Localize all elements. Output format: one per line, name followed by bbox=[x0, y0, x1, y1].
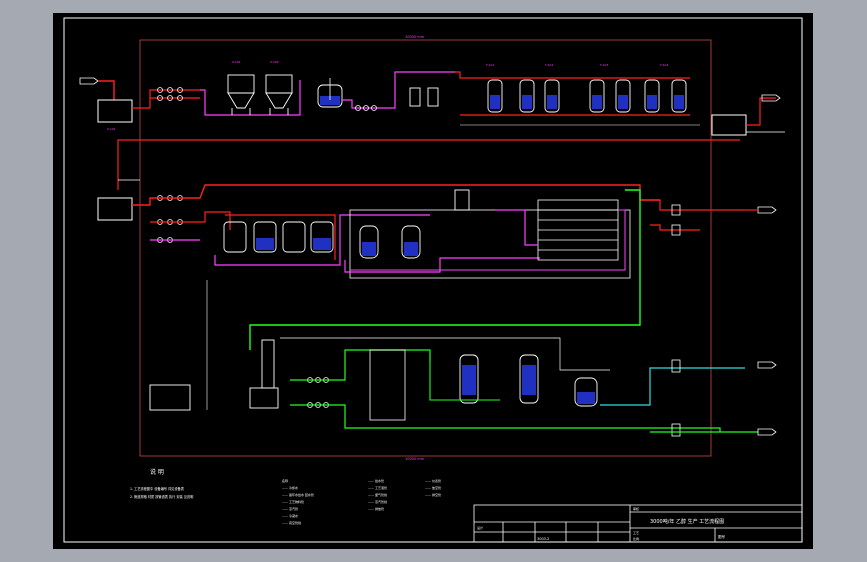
title-block-project: 3000吨/年 乙醇 生产 工艺流程图 bbox=[650, 518, 724, 525]
svg-text:T-102: T-102 bbox=[544, 63, 553, 67]
svg-text:—— 给水管: —— 给水管 bbox=[368, 478, 384, 483]
drawing-sheet bbox=[53, 13, 813, 549]
title-block-row-2: 审核 bbox=[633, 506, 639, 511]
note-1: 1. 工艺流程图中 设备编号 详见设备表 bbox=[130, 486, 185, 491]
title-block-drawing-no: 3003-2 bbox=[537, 537, 549, 541]
svg-text:—— 仪表管: —— 仪表管 bbox=[425, 478, 441, 483]
hopper-tag-2: X-102 bbox=[270, 60, 279, 64]
svg-text:—— 循环水给水 回水管: —— 循环水给水 回水管 bbox=[282, 492, 314, 497]
svg-text:—— 冷却水: —— 冷却水 bbox=[282, 485, 298, 490]
svg-text:—— 排空管: —— 排空管 bbox=[425, 492, 441, 497]
cad-process-flow-diagram: 10000 mm 10000 mm V-101 X-101 X-102 T-10… bbox=[53, 13, 813, 549]
title-block-row-4: 比例 bbox=[633, 536, 639, 541]
title-block-row-3: 工艺 bbox=[633, 530, 639, 535]
svg-text:—— 蒸汽管线: —— 蒸汽管线 bbox=[368, 499, 387, 504]
svg-text:—— 工艺物料管: —— 工艺物料管 bbox=[282, 499, 304, 504]
svg-text:—— 工艺液管: —— 工艺液管 bbox=[368, 485, 387, 490]
svg-text:—— 废气管线: —— 废气管线 bbox=[368, 492, 387, 497]
svg-text:—— 冷凝水: —— 冷凝水 bbox=[282, 513, 298, 518]
feed-tank-1-tag: V-101 bbox=[107, 127, 116, 131]
svg-text:—— 放空管: —— 放空管 bbox=[425, 485, 441, 490]
svg-text:—— 蒸汽管: —— 蒸汽管 bbox=[282, 506, 298, 511]
hopper-tag-1: X-101 bbox=[232, 60, 241, 64]
area-bottom-label: 10000 mm bbox=[405, 457, 425, 461]
legend-c: —— 仪表管 —— 放空管 —— 排空管 bbox=[425, 478, 441, 497]
notes-title: 说 明 bbox=[150, 468, 164, 476]
note-2: 2. 管道规格 材质 按管道表 执行 安装 见说明 bbox=[130, 494, 193, 499]
svg-text:T-103: T-103 bbox=[599, 63, 608, 67]
title-block-row-1: 设计 bbox=[477, 525, 483, 530]
svg-text:T-104: T-104 bbox=[659, 63, 668, 67]
title-block-row-5: 图号 bbox=[718, 534, 726, 539]
svg-text:T-101: T-101 bbox=[485, 63, 494, 67]
final-tank-liquid bbox=[577, 392, 595, 404]
svg-text:—— 真空管线: —— 真空管线 bbox=[282, 520, 301, 525]
svg-text:名称: 名称 bbox=[282, 478, 288, 483]
svg-text:—— 排放管: —— 排放管 bbox=[368, 506, 384, 511]
area-top-label: 10000 mm bbox=[405, 35, 425, 39]
